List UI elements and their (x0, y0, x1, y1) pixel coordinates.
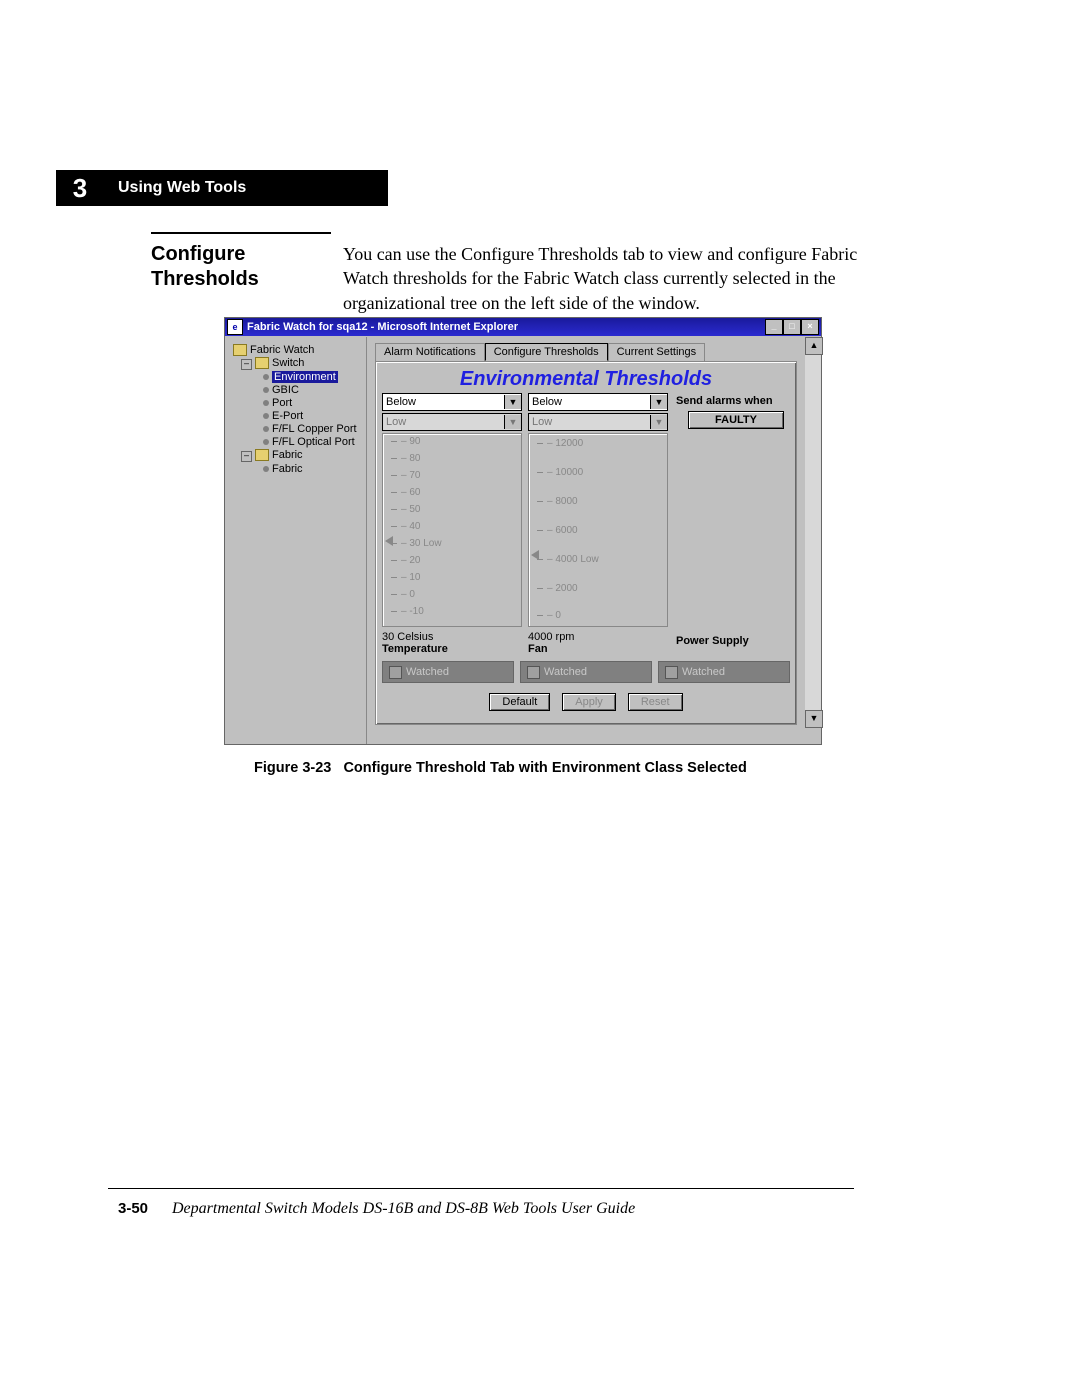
tree-eport[interactable]: E-Port (263, 410, 362, 422)
temp-select-1[interactable]: Below▼ (382, 393, 522, 411)
fan-select-1[interactable]: Below▼ (528, 393, 668, 411)
tree-gbic[interactable]: GBIC (263, 384, 362, 396)
col-fan: Below▼ Low▼ – 12000 – 10000 – 8000 – 600… (528, 393, 668, 655)
fan-scale[interactable]: – 12000 – 10000 – 8000 – 6000 – 4000 Low… (528, 433, 668, 627)
fan-name: Fan (528, 643, 668, 655)
maximize-button[interactable]: □ (783, 319, 801, 335)
chevron-down-icon[interactable]: ▼ (650, 395, 667, 409)
folder-icon (233, 344, 247, 356)
footer-title: Departmental Switch Models DS-16B and DS… (172, 1200, 635, 1218)
tree-copper[interactable]: F/FL Copper Port (263, 423, 362, 435)
tree-port[interactable]: Port (263, 397, 362, 409)
chevron-down-icon[interactable]: ▼ (504, 395, 521, 409)
temp-scale[interactable]: – 90 – 80 – 70 – 60 – 50 – 40 – 30 Low –… (382, 433, 522, 627)
window-titlebar: e Fabric Watch for sqa12 - Microsoft Int… (225, 318, 821, 336)
figure-caption: Figure 3-23 Configure Threshold Tab with… (254, 760, 747, 776)
fan-select-2: Low▼ (528, 413, 668, 431)
watched-temp: Watched (382, 661, 514, 683)
tree-switch[interactable]: –Switch (241, 357, 362, 370)
power-name: Power Supply (676, 635, 796, 647)
scroll-down-icon[interactable]: ▼ (805, 710, 823, 728)
chapter-title: Using Web Tools (118, 179, 246, 197)
close-button[interactable]: × (801, 319, 819, 335)
bullet-icon (263, 426, 269, 432)
temp-select-2: Low▼ (382, 413, 522, 431)
window-buttons: _ □ × (765, 319, 819, 335)
watched-fan: Watched (520, 661, 652, 683)
figure-text: Configure Threshold Tab with Environment… (343, 760, 746, 776)
chevron-down-icon: ▼ (504, 415, 521, 429)
tree-root[interactable]: Fabric Watch (233, 344, 362, 356)
reset-button[interactable]: Reset (628, 693, 683, 711)
chapter-number: 3 (56, 170, 104, 206)
fan-unit: 4000 rpm (528, 631, 668, 643)
ie-icon: e (227, 319, 243, 335)
page-number: 3-50 (118, 1200, 148, 1217)
section-heading: Configure Thresholds (151, 242, 331, 292)
temp-unit: 30 Celsius (382, 631, 522, 643)
tree-environment[interactable]: Environment (263, 371, 362, 383)
vertical-scrollbar[interactable]: ▲ ▼ (805, 337, 821, 728)
checkbox-icon[interactable] (527, 666, 540, 679)
bullet-icon (263, 466, 269, 472)
bullet-icon (263, 374, 269, 380)
footer-rule (108, 1188, 854, 1189)
minimize-button[interactable]: _ (765, 319, 783, 335)
bullet-icon (263, 439, 269, 445)
temp-name: Temperature (382, 643, 522, 655)
body-paragraph: You can use the Configure Thresholds tab… (343, 242, 863, 315)
tab-alarm-notifications[interactable]: Alarm Notifications (375, 343, 485, 361)
faulty-button[interactable]: FAULTY (688, 411, 784, 429)
watched-row: Watched Watched Watched (382, 661, 790, 683)
default-button[interactable]: Default (489, 693, 550, 711)
tree-fabric[interactable]: Fabric (263, 463, 362, 475)
section-rule (151, 232, 331, 234)
tree-fabric-folder[interactable]: –Fabric (241, 449, 362, 462)
screenshot-window: e Fabric Watch for sqa12 - Microsoft Int… (224, 317, 822, 745)
tab-configure-thresholds[interactable]: Configure Thresholds (485, 343, 608, 361)
tab-current-settings[interactable]: Current Settings (608, 343, 705, 361)
checkbox-icon[interactable] (389, 666, 402, 679)
alarms-label: Send alarms when (676, 395, 796, 407)
bullet-icon (263, 387, 269, 393)
panel-title: Environmental Thresholds (376, 368, 796, 391)
figure-label: Figure 3-23 (254, 760, 331, 776)
tab-bar: Alarm Notifications Configure Thresholds… (375, 343, 805, 361)
watched-power: Watched (658, 661, 790, 683)
button-row: Default Apply Reset (376, 693, 796, 711)
collapse-icon[interactable]: – (241, 359, 252, 370)
col-power-supply: Send alarms when FAULTY Power Supply (676, 393, 796, 655)
col-temperature: Below▼ Low▼ – 90 – 80 – 70 – 60 – 50 – 4… (382, 393, 522, 655)
bullet-icon (263, 400, 269, 406)
scroll-up-icon[interactable]: ▲ (805, 337, 823, 355)
chapter-band: Using Web Tools (56, 170, 388, 206)
temp-pointer-icon[interactable] (385, 536, 393, 546)
tree-panel: Fabric Watch –Switch Environment GBIC Po… (225, 337, 367, 744)
collapse-icon[interactable]: – (241, 451, 252, 462)
content-panel: Alarm Notifications Configure Thresholds… (367, 337, 805, 744)
window-title: Fabric Watch for sqa12 - Microsoft Inter… (247, 321, 518, 333)
thresholds-panel: Environmental Thresholds Below▼ Low▼ – 9… (375, 361, 797, 725)
bullet-icon (263, 413, 269, 419)
folder-icon (255, 449, 269, 461)
chevron-down-icon: ▼ (650, 415, 667, 429)
checkbox-icon[interactable] (665, 666, 678, 679)
apply-button[interactable]: Apply (562, 693, 616, 711)
tree-optical[interactable]: F/FL Optical Port (263, 436, 362, 448)
folder-icon (255, 357, 269, 369)
